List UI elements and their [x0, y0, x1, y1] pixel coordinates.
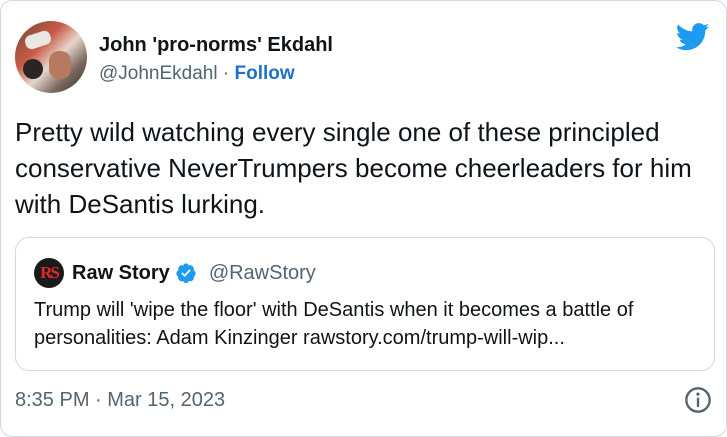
tweet-header: John 'pro-norms' Ekdahl @JohnEkdahl · Fo…: [15, 21, 712, 97]
quoted-tweet-text: Trump will 'wipe the floor' with DeSanti…: [34, 299, 634, 349]
follow-button[interactable]: Follow: [234, 63, 294, 84]
info-icon[interactable]: [684, 386, 712, 414]
handle-separator: ·: [217, 63, 235, 84]
tweet-timestamp[interactable]: 8:35 PM · Mar 15, 2023: [15, 385, 225, 415]
verified-badge-icon: [176, 263, 196, 284]
author-names: John 'pro-norms' Ekdahl @JohnEkdahl · Fo…: [99, 33, 333, 87]
author-handle[interactable]: @JohnEkdahl: [99, 63, 218, 84]
author-handle-row: @JohnEkdahl · Follow: [99, 61, 333, 87]
twitter-bird-icon[interactable]: [676, 23, 710, 51]
quoted-author-handle: @RawStory: [208, 261, 316, 284]
author-display-name[interactable]: John 'pro-norms' Ekdahl: [99, 33, 333, 57]
rawstory-logo-icon: RS: [34, 258, 64, 288]
avatar-detail: [23, 59, 43, 79]
tweet-footer: 8:35 PM · Mar 15, 2023: [15, 385, 712, 415]
quoted-author-name: Raw Story: [72, 261, 170, 284]
quoted-tweet[interactable]: RS Raw Story @RawStory Trump will 'wipe …: [15, 237, 715, 371]
author-avatar[interactable]: [15, 21, 87, 93]
quoted-tweet-header: RS Raw Story @RawStory: [34, 258, 316, 288]
tweet-text: Pretty wild watching every single one of…: [15, 117, 692, 219]
avatar-detail: [49, 51, 71, 79]
avatar-detail: [23, 29, 53, 51]
tweet-card[interactable]: John 'pro-norms' Ekdahl @JohnEkdahl · Fo…: [0, 0, 727, 437]
